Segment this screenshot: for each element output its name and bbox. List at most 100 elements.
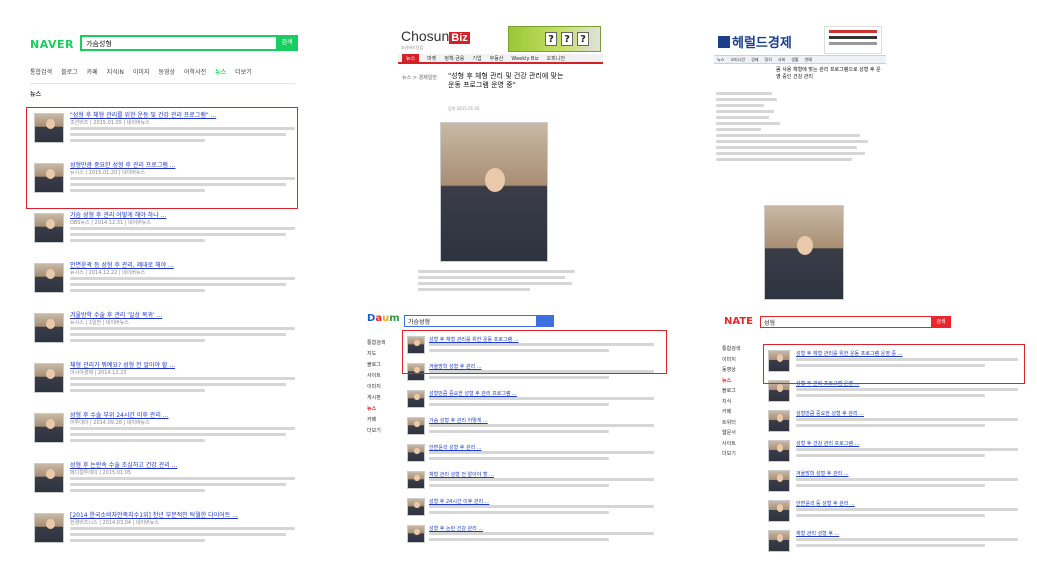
result-title-link[interactable]: 체형 관리 성형 후 ... [796,530,1016,537]
sidebar-item-7[interactable]: 트위터 [722,418,762,429]
nav-item-0[interactable]: 뉴스 [402,54,420,62]
tab-4[interactable]: 이미지 [133,67,150,76]
thumbnail-image[interactable] [407,525,425,543]
nav-item-5[interactable]: Weekly Biz [511,54,538,62]
nav-item-6[interactable]: 오피니언 [547,54,565,62]
result-title-link[interactable]: 성형만큼 중요한 성형 후 관리 프로그램 ... [429,390,629,397]
nate-search-button[interactable]: 검색 [931,315,951,328]
article-photo [764,205,844,300]
result-title-link[interactable]: [2014 한국소비자만족지수1위] 천년 부분적인 탁월한 다이어트 ... [70,510,295,519]
daum-search-button[interactable] [536,314,554,327]
thumbnail-image[interactable] [768,440,790,462]
sidebar-item-4[interactable]: 이미지 [367,382,401,393]
thumbnail-image[interactable] [407,417,425,435]
thumbnail-image[interactable] [34,363,64,393]
thumbnail-image[interactable] [407,498,425,516]
nav-item-4[interactable]: 부동산 [490,54,504,62]
result-title-link[interactable]: 체형 관리가 뭐예요? 성형 전 알아야 할 ... [70,360,295,369]
chosunbiz-logo[interactable]: Chosun Biz [401,28,470,44]
result-title-link[interactable]: 겨울방학 수술 후 관리 '일상 복귀' ... [70,310,295,319]
result-title-link[interactable]: 겨울방학 성형 후 관리 ... [796,470,1016,477]
nate-search-input[interactable]: 성형 검색 [760,315,951,328]
sidebar-item-3[interactable]: 사이트 [367,371,401,382]
thumbnail-image[interactable] [34,213,64,243]
tab-0[interactable]: 통합검색 [30,67,52,76]
tab-6[interactable]: 어학사전 [184,67,206,76]
nav-item-6[interactable]: 연예 [805,56,812,63]
tab-2[interactable]: 카페 [87,67,98,76]
nav-item-1[interactable]: 오피니언 [730,56,745,63]
sidebar-item-1[interactable]: 이미지 [722,355,762,366]
naver-logo[interactable]: NAVER [30,38,74,51]
thumbnail-image[interactable] [34,513,64,543]
result-title-link[interactable]: 안면윤곽 성형 후 관리 ... [429,444,629,451]
sidebar-item-5[interactable]: 지식 [722,397,762,408]
sidebar-item-6[interactable]: 뉴스 [367,404,401,415]
thumbnail-image[interactable] [34,313,64,343]
sidebar-item-5[interactable]: 게시판 [367,393,401,404]
result-title-link[interactable]: 성형 후 건강 관리 프로그램 ... [796,440,1016,447]
result-title-link[interactable]: 성형 후 수술 부위 24시간 이후 관리 ... [70,410,295,419]
nav-item-1[interactable]: 마켓 [427,54,436,62]
tab-7[interactable]: 뉴스 [215,67,226,76]
search-result-item: 체형 관리 성형 전 알아야 할 ... [407,471,662,493]
sidebar-item-2[interactable]: 블로그 [367,360,401,371]
search-result-item: 성형 후 논란 건강 관리 ... [407,525,662,547]
result-title-link[interactable]: 안면윤곽 등 성형 후 관리 ... [796,500,1016,507]
tab-3[interactable]: 지식iN [107,67,124,76]
nav-item-3[interactable]: 정치 [764,56,771,63]
sidebar-item-9[interactable]: 사이트 [722,439,762,450]
sidebar-item-1[interactable]: 지도 [367,349,401,360]
tab-5[interactable]: 동영상 [158,67,175,76]
result-title-link[interactable]: 안면윤곽 등 성형 후 관리, 제대로 해야 ... [70,260,295,269]
result-title-link[interactable]: 성형 후 논란속 수술 조심하고 건강 관리 ... [70,460,295,469]
thumbnail-image[interactable] [768,530,790,552]
thumbnail-image[interactable] [768,500,790,522]
nav-item-0[interactable]: 뉴스 [717,56,724,63]
nav-item-5[interactable]: 생활 [791,56,798,63]
result-title-link[interactable]: 성형 후 24시간 이후 관리 ... [429,498,629,505]
naver-search-button[interactable]: 검색 [276,35,298,51]
nav-item-4[interactable]: 사회 [778,56,785,63]
naver-search-input[interactable]: 가슴성형 검색 [80,35,298,51]
nav-item-2[interactable]: 경제 [751,56,758,63]
result-title-link[interactable]: 체형 관리 성형 전 알아야 할 ... [429,471,629,478]
sidebar-item-0[interactable]: 통합검색 [367,338,401,349]
nav-item-2[interactable]: 정책·금융 [444,54,464,62]
nav-item-3[interactable]: 기업 [472,54,481,62]
result-snippet [70,377,295,395]
thumbnail-image[interactable] [407,444,425,462]
nate-logo[interactable]: NATE [724,316,753,327]
sidebar-item-4[interactable]: 블로그 [722,386,762,397]
thumbnail-image[interactable] [34,263,64,293]
sidebar-item-0[interactable]: 통합검색 [722,344,762,355]
daum-logo[interactable]: Daum [367,313,400,324]
thumbnail-image[interactable] [34,413,64,443]
banner-ad[interactable]: ? ? ? [508,26,601,52]
search-result-item: [2014 한국소비자만족지수1위] 천년 부분적인 탁월한 다이어트 ... 한… [34,510,296,550]
sidebar-item-2[interactable]: 동영상 [722,365,762,376]
result-title-link[interactable]: 가슴 성형 후 관리 어떻게 해야 하나 ... [70,210,295,219]
thumbnail-image[interactable] [768,470,790,492]
thumbnail-image[interactable] [407,471,425,489]
tab-1[interactable]: 블로그 [61,67,78,76]
sidebar-item-8[interactable]: 더보기 [367,426,401,437]
sidebar-item-7[interactable]: 카페 [367,415,401,426]
search-result-item: 성형 후 건강 관리 프로그램 ... [768,440,1023,470]
banner-ad[interactable] [824,26,882,54]
result-title-link[interactable]: 가슴 성형 후 관리 어떻게 ... [429,417,629,424]
search-result-item: 안면윤곽 등 성형 후 관리 ... [768,500,1023,530]
thumbnail-image[interactable] [34,463,64,493]
tab-8[interactable]: 더보기 [235,67,252,76]
sidebar-item-8[interactable]: 웹문서 [722,428,762,439]
daum-search-input[interactable]: 가슴성형 [404,314,554,327]
result-snippet [70,427,295,445]
result-title-link[interactable]: 성형 후 논란 건강 관리 ... [429,525,629,532]
thumbnail-image[interactable] [407,390,425,408]
sidebar-item-6[interactable]: 카페 [722,407,762,418]
sidebar-item-10[interactable]: 더보기 [722,449,762,460]
herald-logo[interactable]: 헤럴드경제 [718,32,792,51]
result-title-link[interactable]: 성형만큼 중요한 성형 후 관리 ... [796,410,1016,417]
thumbnail-image[interactable] [768,410,790,432]
sidebar-item-3[interactable]: 뉴스 [722,376,762,387]
